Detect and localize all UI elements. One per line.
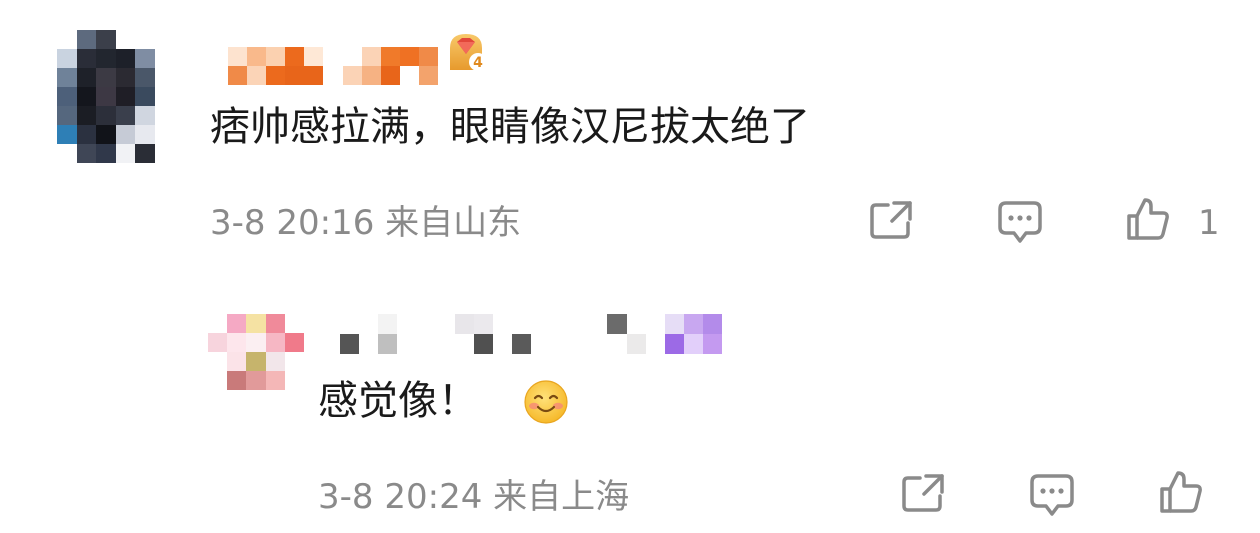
comment-time: 20:16	[276, 203, 375, 243]
share-icon[interactable]	[868, 199, 914, 241]
comment-icon[interactable]	[996, 199, 1044, 245]
comment-icon[interactable]	[1028, 472, 1076, 518]
comment-text: 痞帅感拉满，眼睛像汉尼拔太绝了	[210, 104, 810, 150]
comment-meta: 3-8 20:24 来自上海	[318, 477, 629, 517]
comment-location: 来自山东	[385, 203, 522, 243]
comment-date: 3-8	[318, 477, 374, 517]
smiling-face-emoji	[524, 380, 568, 424]
thumbs-up-icon[interactable]	[1158, 469, 1204, 515]
share-icon[interactable]	[900, 472, 946, 514]
crown-level-4-badge-icon: 4	[450, 34, 487, 71]
username[interactable]	[228, 47, 438, 85]
avatar[interactable]	[57, 30, 174, 163]
username[interactable]	[340, 314, 722, 354]
like-count: 1	[1198, 203, 1220, 243]
comment-location: 来自上海	[493, 477, 630, 517]
comment-time: 20:24	[384, 477, 483, 517]
thumbs-up-icon[interactable]	[1125, 196, 1171, 242]
comment-date: 3-8	[210, 203, 266, 243]
comment-meta: 3-8 20:16 来自山东	[210, 203, 521, 243]
svg-text:4: 4	[473, 55, 483, 71]
comment-text: 感觉像！	[318, 378, 478, 424]
avatar[interactable]	[208, 314, 304, 390]
